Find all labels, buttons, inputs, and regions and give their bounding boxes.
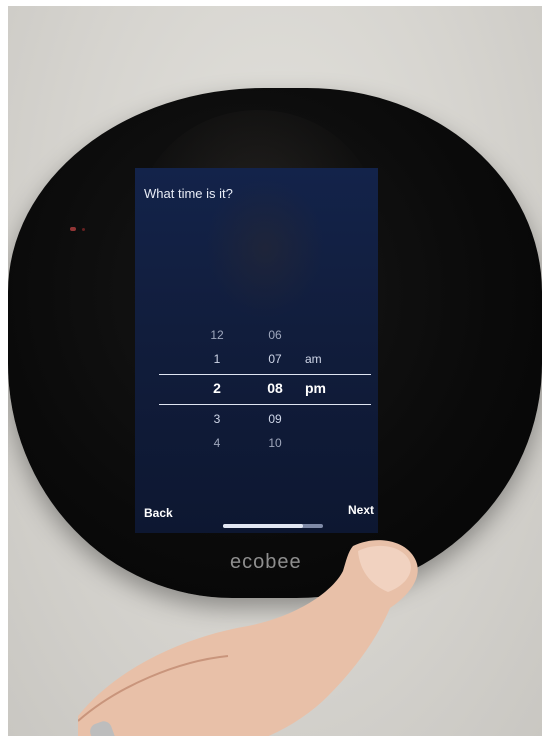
picker-row[interactable]: 1 07 am — [135, 352, 378, 374]
screen-title: What time is it? — [144, 186, 233, 201]
minute-option[interactable]: 06 — [263, 328, 287, 342]
minute-option[interactable]: 07 — [263, 352, 287, 366]
minute-option[interactable]: 09 — [263, 412, 287, 426]
picker-row[interactable]: 4 10 — [135, 436, 378, 458]
hour-option[interactable]: 1 — [207, 352, 227, 366]
hour-option[interactable]: 12 — [207, 328, 227, 342]
picker-row[interactable]: 3 09 — [135, 412, 378, 434]
finger-image — [78, 540, 418, 736]
hour-option[interactable]: 3 — [207, 412, 227, 426]
picker-row-selected[interactable]: 2 08 pm — [135, 380, 378, 402]
thermostat-screen: What time is it? 12 06 1 07 am 2 08 pm 3… — [135, 168, 378, 533]
period-option[interactable]: am — [305, 352, 322, 366]
indicator-light — [70, 227, 76, 231]
minute-option[interactable]: 10 — [263, 436, 287, 450]
next-button[interactable]: Next — [348, 503, 374, 517]
selection-bottom-divider — [159, 404, 371, 405]
minute-selected[interactable]: 08 — [263, 380, 287, 396]
hour-option[interactable]: 4 — [207, 436, 227, 450]
sensor-light — [82, 228, 85, 231]
selection-top-divider — [159, 374, 371, 375]
photo: What time is it? 12 06 1 07 am 2 08 pm 3… — [8, 6, 542, 736]
hour-selected[interactable]: 2 — [207, 380, 227, 396]
period-selected[interactable]: pm — [305, 380, 326, 396]
picker-row[interactable]: 12 06 — [135, 328, 378, 350]
